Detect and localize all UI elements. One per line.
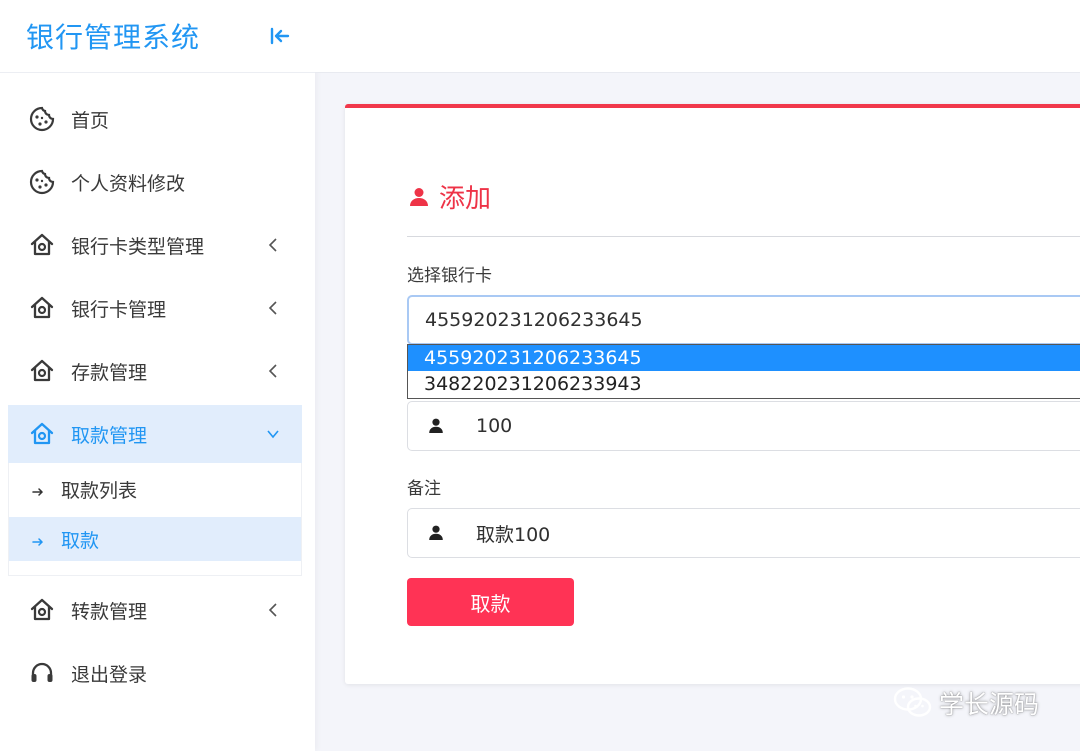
sidebar-item-label: 取款管理 — [71, 424, 148, 447]
app-title: 银行管理系统 — [26, 21, 201, 54]
sidebar-subitem-withdraw-list[interactable]: 取款列表 — [9, 467, 301, 511]
chevron-down-icon — [266, 424, 280, 444]
sidebar-item-profile[interactable]: 个人资料修改 — [8, 153, 302, 211]
sidebar-subitem-label: 取款 — [61, 529, 100, 552]
withdraw-form-card: 添加 选择银行卡 455920231206233645 455920231206… — [345, 104, 1080, 684]
remark-label: 备注 — [407, 479, 441, 499]
watermark: 学长源码 — [893, 685, 1039, 721]
arrow-right-icon — [31, 482, 45, 496]
home-icon — [28, 294, 56, 322]
sidebar-item-label: 银行卡类型管理 — [71, 235, 205, 258]
title-divider — [407, 236, 1080, 237]
wechat-icon — [893, 686, 933, 720]
sidebar: 银行管理系统 首页 个人资料修改 银行卡类型管理 银行卡管理 存款管理 取款管理… — [0, 0, 315, 751]
chevron-left-icon — [266, 361, 280, 381]
home-icon — [28, 357, 56, 385]
sidebar-item-label: 首页 — [71, 109, 110, 132]
sidebar-item-withdraw[interactable]: 取款管理 — [8, 405, 302, 463]
sidebar-subitem-withdraw[interactable]: 取款 — [9, 517, 301, 561]
sidebar-item-home[interactable]: 首页 — [8, 90, 302, 148]
sidebar-item-label: 退出登录 — [71, 663, 148, 686]
sidebar-item-card[interactable]: 银行卡管理 — [8, 279, 302, 337]
card-select-value: 455920231206233645 — [425, 309, 643, 331]
remark-value: 取款100 — [476, 523, 551, 546]
card-select[interactable]: 455920231206233645 — [407, 295, 1080, 345]
card-option[interactable]: 348220231206233943 — [408, 371, 1080, 397]
card-select-dropdown: 455920231206233645 348220231206233943 — [407, 344, 1080, 399]
sidebar-item-label: 转款管理 — [71, 600, 148, 623]
brand-header: 银行管理系统 — [0, 0, 315, 73]
sidebar-subitem-label: 取款列表 — [61, 479, 138, 502]
headset-icon — [28, 659, 56, 687]
sidebar-item-logout[interactable]: 退出登录 — [8, 644, 302, 702]
watermark-text: 学长源码 — [939, 690, 1040, 719]
collapse-sidebar-icon[interactable] — [268, 24, 292, 48]
chevron-left-icon — [266, 600, 280, 620]
withdraw-submenu: 取款列表 取款 — [8, 463, 302, 576]
card-option[interactable]: 455920231206233645 — [408, 345, 1080, 371]
home-icon — [28, 231, 56, 259]
withdraw-submit-button[interactable]: 取款 — [407, 578, 574, 626]
remark-input[interactable]: 取款100 — [407, 508, 1080, 558]
chevron-left-icon — [266, 298, 280, 318]
sidebar-item-transfer[interactable]: 转款管理 — [8, 581, 302, 639]
sidebar-item-label: 银行卡管理 — [71, 298, 167, 321]
cookie-icon — [28, 105, 56, 133]
top-bar — [315, 0, 1080, 73]
card-select-label: 选择银行卡 — [407, 266, 492, 286]
user-icon — [426, 416, 446, 436]
chevron-left-icon — [266, 235, 280, 255]
user-icon — [407, 185, 431, 209]
home-icon — [28, 596, 56, 624]
amount-value: 100 — [476, 415, 513, 437]
cookie-icon — [28, 168, 56, 196]
user-icon — [426, 523, 446, 543]
arrow-right-icon — [31, 532, 45, 546]
sidebar-menu: 首页 个人资料修改 银行卡类型管理 银行卡管理 存款管理 取款管理 取款列表 取… — [8, 90, 302, 707]
card-title: 添加 — [407, 178, 491, 215]
sidebar-item-deposit[interactable]: 存款管理 — [8, 342, 302, 400]
card-title-text: 添加 — [439, 184, 492, 214]
amount-input[interactable]: 100 — [407, 401, 1080, 451]
home-icon — [28, 420, 56, 448]
sidebar-item-label: 存款管理 — [71, 361, 148, 384]
sidebar-item-card-type[interactable]: 银行卡类型管理 — [8, 216, 302, 274]
sidebar-item-label: 个人资料修改 — [71, 172, 186, 195]
